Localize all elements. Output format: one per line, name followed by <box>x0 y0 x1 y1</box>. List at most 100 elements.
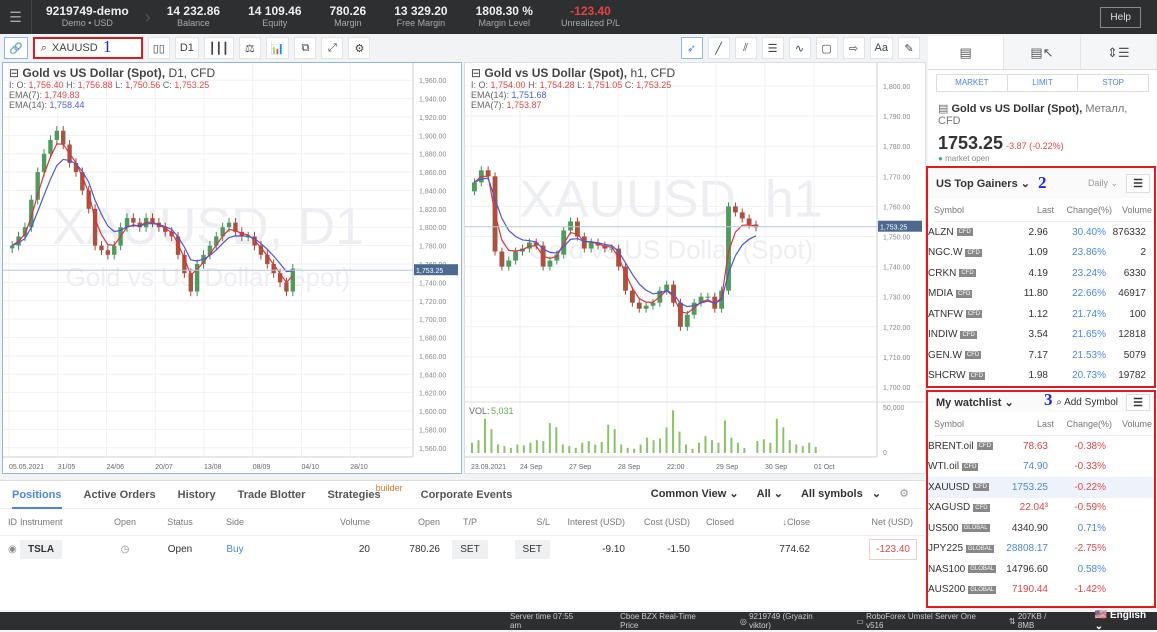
list-item[interactable]: WTI.oil CFD 74.90 -0.33% <box>928 457 1154 478</box>
list-item[interactable]: ATNFW CFD 1.12 21.74% 100 <box>928 304 1154 325</box>
list-item[interactable]: GEN.W CFD 7.17 21.53% 5079 <box>928 345 1154 366</box>
fullscreen-icon[interactable]: ⤢ <box>321 37 344 59</box>
order-click-tab-icon[interactable]: ▤↖ <box>1004 36 1081 69</box>
order-type-limit[interactable]: LIMIT <box>1008 75 1079 91</box>
server-info: RoboForex Umstel Server One v516 <box>866 612 976 630</box>
list-item[interactable]: XAGUSD CFD 22.04³ -0.59% <box>928 498 1154 519</box>
eye-icon[interactable]: ◉ <box>0 535 20 563</box>
col-last[interactable]: Last <box>1002 205 1054 215</box>
list-item[interactable]: INDIW CFD 3.54 21.65% 12818 <box>928 325 1154 346</box>
y-tick-label: 1,620.00 <box>419 391 446 398</box>
instrument-chip[interactable]: TSLA <box>20 539 63 559</box>
compare-icon[interactable]: ⚖ <box>238 37 261 59</box>
list-item[interactable]: NGC.W CFD 1.09 23.86% 2 <box>928 243 1154 264</box>
gear-icon[interactable]: ⚙ <box>899 487 909 500</box>
horizontal-lines-icon[interactable]: ☰ <box>761 37 784 59</box>
set-sl-button[interactable]: SET <box>514 539 550 559</box>
col-volume[interactable]: Volume <box>1112 419 1152 429</box>
y-tick-label: 1,600.00 <box>419 409 446 416</box>
change: -1.42% <box>1074 584 1106 596</box>
language-selector[interactable]: 🇺🇸 English ⌄ <box>1095 610 1157 632</box>
timeframe-button[interactable]: D1 <box>174 37 199 59</box>
templates-icon[interactable]: ⧉ <box>294 37 317 59</box>
collapse-icon[interactable]: ⊟ <box>471 66 481 80</box>
gainers-list: ALZN CFD 2.96 30.40% 876332 NGC.W CFD 1.09 23.86… <box>928 222 1154 386</box>
position-cost: -1.50 <box>667 543 690 555</box>
col-volume[interactable]: Volume <box>1112 205 1152 215</box>
list-item[interactable]: XAUUSD CFD 1753.25 -0.22% <box>928 477 1154 498</box>
view-dropdown[interactable]: Common View ⌄ <box>651 487 739 500</box>
symbol-search-input[interactable]: ⌕ XAUUSD <box>32 37 143 59</box>
trend-line-icon[interactable]: ╱ <box>707 37 730 59</box>
order-form-tab-icon[interactable]: ▤ <box>928 36 1005 69</box>
list-item[interactable]: SHCRW CFD 1.98 20.73% 19782 <box>928 366 1154 387</box>
depth-tab-icon[interactable]: ⇕☰ <box>1080 36 1157 69</box>
col-change[interactable]: Change(%) <box>1054 205 1112 215</box>
list-item[interactable]: NAS100 GLOBAL 14796.60 0.58% <box>928 559 1154 580</box>
list-item[interactable]: JPY225 GLOBAL 28808.17 -2.75% <box>928 539 1154 560</box>
y-tick-label: 1,940.00 <box>419 97 446 104</box>
candle-body <box>513 251 519 261</box>
all-dropdown[interactable]: All ⌄ <box>757 487 783 500</box>
menu-icon[interactable]: ☰ <box>1126 173 1150 193</box>
col-symbol[interactable]: Symbol <box>934 419 1002 429</box>
positions-panel: Positions Active Orders History Trade Bl… <box>0 480 925 610</box>
list-item[interactable]: BRENT.oil CFD 78.63 -0.38% <box>928 436 1154 457</box>
layout-icon[interactable]: ▯▯ <box>147 37 170 59</box>
order-change: -3.87 (-0.22%) <box>1006 141 1064 151</box>
rectangle-icon[interactable]: ▢ <box>815 37 838 59</box>
instrument-badge: GLOBAL <box>968 565 997 574</box>
user-info: 9219749 (Gryazin viktor) <box>749 612 813 630</box>
order-type-market[interactable]: MARKET <box>937 75 1008 91</box>
cursor-tool-icon[interactable]: ➶ <box>680 37 703 59</box>
tab-history[interactable]: History <box>178 481 216 509</box>
link-icon[interactable]: 🔗 <box>4 37 28 59</box>
channel-icon[interactable]: ⫽ <box>734 37 757 59</box>
tab-active-orders[interactable]: Active Orders <box>84 481 156 509</box>
add-symbol-input[interactable]: ⌕ Add Symbol <box>1052 394 1122 410</box>
close-value: 1,753.25 <box>174 80 210 90</box>
symbols-dropdown[interactable]: All symbols ⌄ <box>801 487 881 500</box>
chart-d1[interactable]: ⊟ Gold vs US Dollar (Spot), D1, CFD I: O… <box>2 62 462 474</box>
col-symbol[interactable]: Symbol <box>934 205 1002 215</box>
col-last[interactable]: Last <box>1002 419 1054 429</box>
y-tick-label: 1,580.00 <box>419 427 446 434</box>
last: 4340.90 <box>1011 522 1048 534</box>
set-tp-button[interactable]: SET <box>452 539 488 559</box>
order-type-stop[interactable]: STOP <box>1078 75 1148 91</box>
col-change[interactable]: Change(%) <box>1054 419 1112 429</box>
list-item[interactable]: CRKN CFD 4.19 23.24% 6330 <box>928 263 1154 284</box>
menu-icon[interactable]: ☰ <box>1126 393 1150 411</box>
tab-positions[interactable]: Positions <box>12 481 62 509</box>
text-tool-button[interactable]: Aa <box>869 37 893 59</box>
indicators-icon[interactable]: 📊 <box>265 37 290 59</box>
collapse-icon[interactable]: ⊟ <box>9 66 19 80</box>
ema14-value: 1,751.68 <box>511 90 547 100</box>
symbol: ALZN CFD <box>928 226 973 238</box>
gainers-dropdown[interactable]: US Top Gainers ⌄ <box>936 177 1030 190</box>
watchlist-dropdown[interactable]: My watchlist ⌄ <box>936 396 1014 409</box>
arrow-icon[interactable]: ⇨ <box>842 37 865 59</box>
tab-trade-blotter[interactable]: Trade Blotter <box>238 481 306 509</box>
chart-h1[interactable]: ⊟ Gold vs US Dollar (Spot), h1, CFD I: O… <box>464 62 926 474</box>
list-item[interactable]: AUS200 GLOBAL 7190.44 -1.42% <box>928 580 1154 601</box>
list-item[interactable]: ALZN CFD 2.96 30.40% 876332 <box>928 222 1154 243</box>
candles-icon[interactable]: ┃┃┃ <box>203 37 234 59</box>
last-price-label: 1,753.25 <box>880 225 907 232</box>
volume-bar <box>697 442 700 453</box>
tab-corporate-events[interactable]: Corporate Events <box>421 481 513 509</box>
account-selector[interactable]: 9219749-demo Demo • USD <box>32 5 143 29</box>
settings-icon[interactable]: ⚙ <box>348 37 371 59</box>
table-row[interactable]: ◉ TSLA ◷ Open Buy 20 780.26 SET SET -9.1… <box>0 535 925 563</box>
volume-bar <box>548 423 551 453</box>
tab-strategies[interactable]: Strategies builder <box>327 481 402 509</box>
brush-icon[interactable]: ✎ <box>898 37 920 59</box>
list-item[interactable]: US500 GLOBAL 4340.90 0.71% <box>928 518 1154 539</box>
volume-bar <box>685 444 688 453</box>
list-item[interactable]: MDIA CFD 11.80 22.66% 46917 <box>928 284 1154 305</box>
help-button[interactable]: Help <box>1100 7 1141 28</box>
fibonacci-icon[interactable]: ∿ <box>788 37 811 59</box>
menu-icon[interactable]: ☰ <box>0 0 32 34</box>
period-dropdown[interactable]: Daily ⌄ <box>1088 178 1118 189</box>
document-icon: ▤ <box>938 103 949 115</box>
